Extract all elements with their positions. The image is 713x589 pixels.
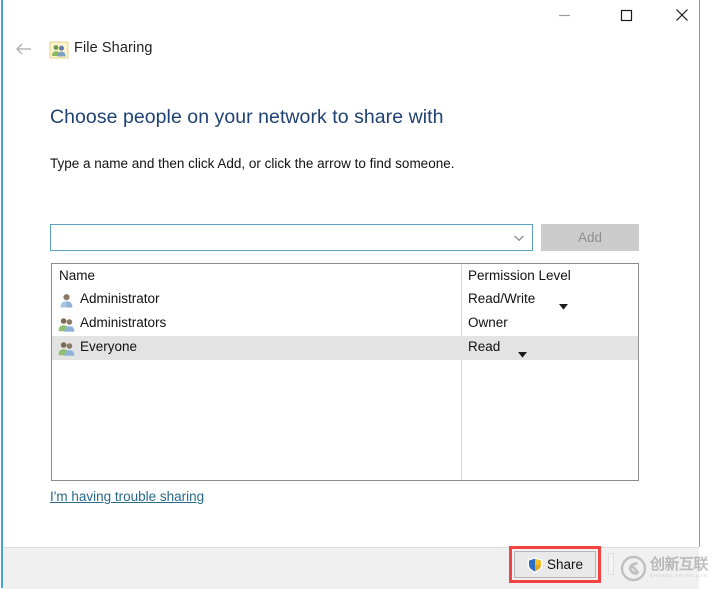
row-name: Everyone	[80, 339, 138, 354]
minimize-button[interactable]	[541, 0, 587, 30]
chevron-down-icon	[513, 229, 525, 247]
trouble-sharing-link[interactable]: I'm having trouble sharing	[50, 489, 204, 504]
dialog-header: File Sharing	[3, 34, 699, 68]
permission-dropdown-icon[interactable]	[559, 297, 568, 310]
close-icon	[675, 8, 689, 22]
maximize-icon	[620, 9, 633, 22]
list-header-row: Name Permission Level	[52, 264, 638, 288]
file-sharing-window: File Sharing Choose people on your netwo…	[0, 0, 713, 589]
window-border-right	[699, 0, 700, 547]
instruction-text: Type a name and then click Add, or click…	[50, 156, 455, 171]
watermark-text: 创新互联	[650, 556, 709, 574]
minimize-icon	[558, 9, 571, 22]
dialog-content: Choose people on your network to share w…	[3, 80, 699, 547]
row-name: Administrators	[80, 315, 167, 330]
row-name: Administrator	[80, 291, 160, 306]
app-title: File Sharing	[74, 40, 153, 56]
watermark-text-block: 创新互联 CHUANG XIN HU LIAN	[650, 556, 709, 579]
back-arrow-icon	[14, 41, 34, 62]
column-header-name: Name	[59, 268, 96, 283]
table-row[interactable]: Administrators Owner	[52, 312, 638, 336]
back-button[interactable]	[10, 38, 38, 64]
watermark: 创新互联 CHUANG XIN HU LIAN	[620, 551, 710, 585]
cx-circle-logo	[620, 555, 647, 582]
maximize-button[interactable]	[603, 0, 649, 30]
user-group-icon	[58, 316, 75, 333]
row-permission: Owner	[468, 315, 508, 330]
single-user-icon	[58, 292, 75, 309]
combobox-dropdown-button[interactable]	[506, 225, 532, 250]
user-group-icon	[58, 340, 75, 357]
row-permission[interactable]: Read/Write	[468, 291, 535, 306]
name-input[interactable]	[51, 225, 506, 250]
name-combobox[interactable]	[50, 224, 533, 251]
list-rows: Administrator Read/Write Administrators …	[52, 288, 638, 360]
row-permission[interactable]: Read	[468, 339, 500, 354]
shared-people-list[interactable]: Name Permission Level Administrator Read…	[51, 263, 639, 481]
add-button[interactable]: Add	[541, 224, 639, 251]
table-row[interactable]: Everyone Read	[52, 336, 638, 360]
permission-dropdown-icon[interactable]	[518, 345, 527, 358]
page-title: Choose people on your network to share w…	[50, 106, 444, 128]
scrollbar-thumb[interactable]	[608, 553, 614, 575]
share-button-label: Share	[546, 557, 584, 572]
table-row[interactable]: Administrator Read/Write	[52, 288, 638, 312]
add-button-label: Add	[577, 230, 603, 245]
close-button[interactable]	[659, 0, 705, 30]
watermark-subtext: CHUANG XIN HU LIAN	[650, 573, 709, 579]
uac-shield-icon	[527, 556, 543, 573]
column-header-permission: Permission Level	[468, 268, 571, 283]
title-bar	[3, 0, 699, 32]
share-button[interactable]: Share	[514, 551, 596, 578]
file-sharing-people-icon	[49, 40, 69, 60]
